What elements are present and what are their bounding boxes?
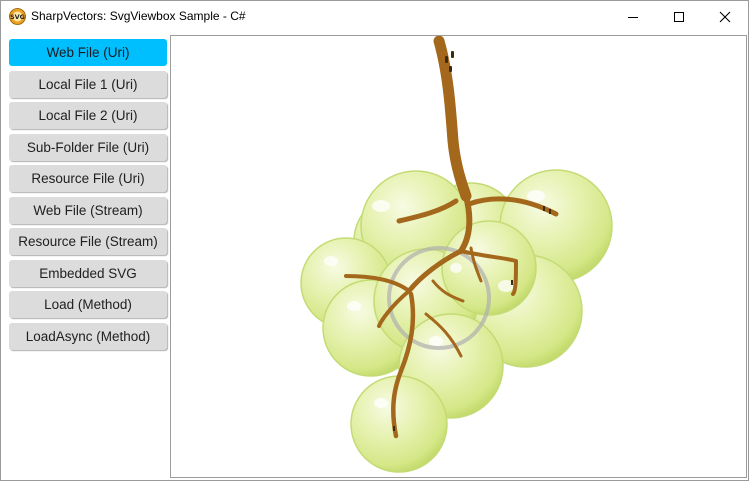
window-title: SharpVectors: SvgViewbox Sample - C# (31, 9, 246, 23)
sidebar-item-embedded-svg[interactable]: Embedded SVG (9, 259, 167, 287)
close-button[interactable] (702, 1, 748, 32)
svg-text:SVG: SVG (10, 13, 25, 21)
sidebar-item-resource-file-uri[interactable]: Resource File (Uri) (9, 165, 167, 192)
svg-logo-icon: SVG (9, 8, 26, 25)
close-icon (719, 11, 731, 22)
sidebar-item-local-file-2-uri[interactable]: Local File 2 (Uri) (9, 102, 167, 129)
maximize-icon (674, 11, 684, 22)
sidebar-item-web-file-uri[interactable]: Web File (Uri) (9, 39, 167, 66)
sidebar-item-loadasync-method[interactable]: LoadAsync (Method) (9, 322, 167, 350)
sidebar-item-local-file-1-uri[interactable]: Local File 1 (Uri) (9, 70, 167, 98)
maximize-button[interactable] (656, 1, 702, 32)
sidebar: Web File (Uri) Local File 1 (Uri) Local … (9, 39, 167, 354)
app-window: SVG SharpVectors: SvgViewbox Sample - C#… (0, 0, 749, 481)
minimize-button[interactable] (610, 1, 656, 32)
sidebar-item-sub-folder-file-uri[interactable]: Sub-Folder File (Uri) (9, 133, 167, 161)
sidebar-item-resource-file-stream[interactable]: Resource File (Stream) (9, 228, 167, 255)
minimize-icon (628, 16, 638, 18)
sidebar-item-web-file-stream[interactable]: Web File (Stream) (9, 196, 167, 224)
sidebar-item-load-method[interactable]: Load (Method) (9, 291, 167, 318)
title-bar[interactable]: SVG SharpVectors: SvgViewbox Sample - C# (1, 1, 748, 32)
svg-viewbox (170, 35, 747, 478)
grapes-illustration (300, 36, 613, 473)
